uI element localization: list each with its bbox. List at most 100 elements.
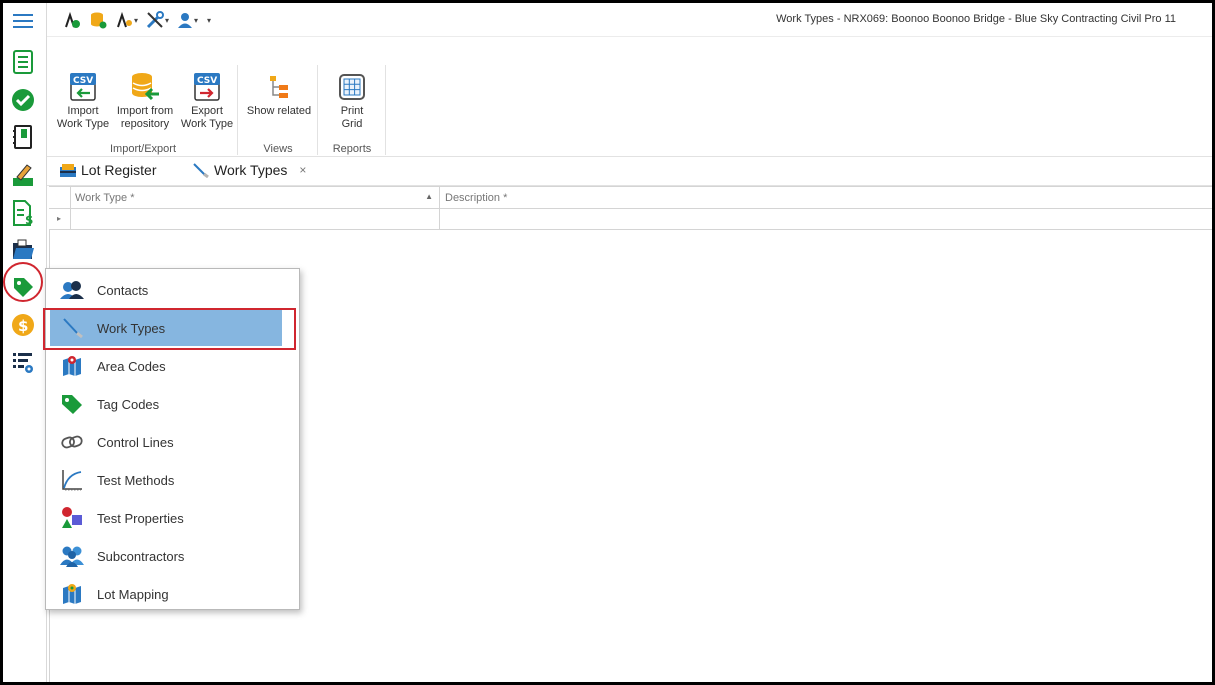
user-icon [178,13,193,28]
hierarchy-icon [264,71,294,103]
window-title: Work Types - NRX069: Boonoo Boonoo Bridg… [776,13,1176,25]
work-types-icon [193,163,209,178]
work-types-icon [50,317,94,339]
show-related-label: Show related [246,105,312,117]
cell-work-type[interactable] [71,209,440,229]
tab-label: Work Types [214,162,288,178]
hamburger-menu-icon[interactable] [9,7,37,35]
qat-database-button[interactable] [87,10,109,30]
test-properties-icon [50,506,94,530]
grid-header: Work Type * ▲ Description * [49,187,1212,209]
csv-import-icon: CSV [68,71,98,103]
menu-item-label: Subcontractors [97,548,185,564]
qat-customize-dropdown[interactable]: ▾ [204,10,213,30]
title-bar: ▾ ▾ ▾ ▾ Work Types - NRX069: Boonoo Boon… [47,3,1212,37]
subcontractors-icon [50,545,94,567]
notebook-icon[interactable] [9,123,37,151]
svg-text:CSV: CSV [197,76,217,86]
close-icon[interactable]: × [299,163,306,177]
print-grid-label: Print Grid [340,105,364,130]
menu-item-label: Work Types [97,320,166,336]
menu-item-contacts[interactable]: Contacts [50,272,282,308]
menu-item-label: Test Properties [97,510,184,526]
row-header[interactable]: ▸ [49,209,71,229]
show-related-button[interactable]: Show related [243,71,315,118]
grid-corner [49,187,71,208]
tools-icon [146,11,165,29]
menu-item-label: Lot Mapping [97,586,169,602]
work-types-grid: Work Type * ▲ Description * ▸ [49,186,1212,230]
sort-ascending-icon: ▲ [425,192,433,201]
tab-work-types[interactable]: Work Types × [192,162,306,178]
ribbon: CSV Import Work Type Import from reposit… [47,37,1212,157]
menu-item-label: Contacts [97,282,149,298]
menu-item-label: Test Methods [97,472,175,488]
table-row[interactable]: ▸ [49,209,1212,230]
import-from-repository-button[interactable]: Import from repository [113,71,177,131]
row-indicator-icon: ▸ [57,214,62,223]
register-list-icon[interactable] [9,48,37,76]
tab-lot-register[interactable]: Lot Register [59,162,156,178]
menu-item-test-methods[interactable]: Test Methods [50,462,282,498]
users-refresh-icon [65,11,80,28]
column-header-description[interactable]: Description * [441,187,1212,208]
qat-user-access-dropdown[interactable]: ▾ [113,10,140,30]
menu-item-label: Area Codes [97,358,166,374]
settings-table-icon[interactable] [9,349,37,377]
user-key-icon [117,11,132,28]
qat-user-dropdown[interactable]: ▾ [175,10,200,30]
ribbon-group-label: Import/Export [109,143,177,155]
print-grid-icon [337,71,367,103]
chevron-down-icon: ▾ [194,15,199,25]
import-work-type-label: Import Work Type [56,105,110,130]
export-work-type-label: Export Work Type [180,105,234,130]
column-header-work-type[interactable]: Work Type * ▲ [71,187,440,208]
qat-users-refresh-button[interactable] [61,10,83,30]
chevron-down-icon: ▾ [165,15,170,25]
menu-item-area-codes[interactable]: Area Codes [50,348,282,384]
export-work-type-button[interactable]: CSV Export Work Type [177,71,237,131]
menu-item-label: Control Lines [97,434,174,450]
menu-item-test-properties[interactable]: Test Properties [50,500,282,536]
ribbon-group-reports: Print Grid Reports [319,65,386,155]
sign-pen-icon[interactable] [9,161,37,189]
check-circle-icon[interactable] [9,86,37,114]
column-title: Work Type * [75,192,135,204]
cell-description[interactable] [441,209,1212,229]
tag-codes-icon [50,392,94,416]
customize-caret-icon: ▾ [207,15,212,25]
menu-item-subcontractors[interactable]: Subcontractors [50,538,282,574]
import-work-type-button[interactable]: CSV Import Work Type [53,71,113,131]
svg-text:$: $ [25,213,33,226]
menu-item-label: Tag Codes [97,396,160,412]
contacts-icon [50,280,94,300]
menu-item-control-lines[interactable]: Control Lines [50,424,282,460]
folder-open-icon[interactable] [9,236,37,264]
control-lines-icon [50,434,94,450]
database-import-icon [130,71,160,103]
dollar-coin-icon[interactable]: $ [9,311,37,339]
qat-tools-dropdown[interactable]: ▾ [144,10,171,30]
rail-highlight-marker [3,262,43,302]
chevron-down-icon: ▾ [134,15,139,25]
menu-item-work-types[interactable]: Work Types [50,310,282,346]
ribbon-group-views: Show related Views [239,65,318,155]
menu-item-lot-mapping[interactable]: Lot Mapping [50,576,282,612]
lot-mapping-icon [50,582,94,606]
import-from-repository-label: Import from repository [116,105,174,130]
app-window: $ $ ▾ ▾ ▾ ▾ Work Types - NRX069: Boonoo … [0,0,1215,685]
menu-item-tag-codes[interactable]: Tag Codes [50,386,282,422]
csv-export-icon: CSV [192,71,222,103]
area-codes-icon [50,354,94,378]
cost-document-icon[interactable]: $ [9,199,37,227]
database-sync-icon [91,12,107,29]
quick-access-toolbar: ▾ ▾ ▾ ▾ [61,10,213,30]
lot-register-icon [60,164,76,177]
left-nav-rail: $ $ [3,3,47,682]
tab-label: Lot Register [81,162,157,178]
print-grid-button[interactable]: Print Grid [323,71,381,131]
svg-text:CSV: CSV [73,76,93,86]
svg-text:$: $ [18,317,28,335]
ribbon-group-import-export: CSV Import Work Type Import from reposit… [49,65,238,155]
column-title: Description * [445,192,508,204]
